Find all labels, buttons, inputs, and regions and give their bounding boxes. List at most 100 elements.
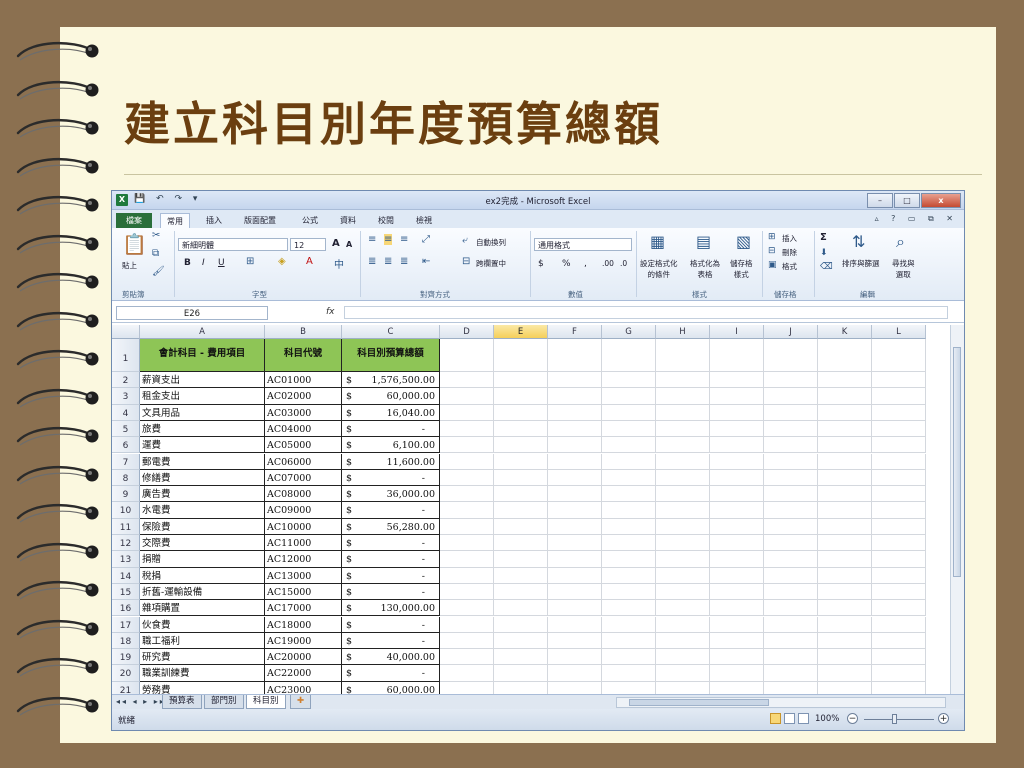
tab-review[interactable]: 校閱: [372, 213, 400, 228]
empty-cell[interactable]: [548, 404, 602, 421]
empty-cell[interactable]: [764, 339, 818, 372]
empty-cell[interactable]: [494, 632, 548, 650]
delete-cells-icon[interactable]: ⊟: [768, 246, 776, 256]
table-cell-amount[interactable]: $60,000.00: [342, 681, 440, 695]
empty-cell[interactable]: [764, 649, 818, 666]
empty-cell[interactable]: [764, 535, 818, 552]
empty-cell[interactable]: [872, 502, 926, 519]
worksheet-grid[interactable]: A B C D E F G H I J K L 1 會計科目 - 費用項目 科目代號 科目別預算總額 2 薪資支出…: [112, 325, 964, 695]
table-cell-amount[interactable]: $16,040.00: [342, 404, 440, 421]
empty-cell[interactable]: [440, 372, 494, 389]
empty-cell[interactable]: [602, 518, 656, 535]
font-name-select[interactable]: 新細明體: [178, 238, 288, 251]
empty-cell[interactable]: [494, 486, 548, 503]
italic-button[interactable]: I: [202, 258, 205, 268]
empty-cell[interactable]: [440, 453, 494, 470]
empty-cell[interactable]: [494, 437, 548, 454]
fill-icon[interactable]: ⬇: [820, 248, 828, 258]
row-header[interactable]: 16: [112, 600, 140, 617]
empty-cell[interactable]: [440, 567, 494, 584]
empty-cell[interactable]: [872, 404, 926, 421]
tab-file[interactable]: 檔案: [116, 213, 152, 228]
sort-filter-icon[interactable]: ⇅: [852, 232, 865, 251]
empty-cell[interactable]: [548, 600, 602, 617]
empty-cell[interactable]: [440, 339, 494, 372]
empty-cell[interactable]: [494, 502, 548, 519]
empty-cell[interactable]: [440, 665, 494, 682]
empty-cell[interactable]: [494, 518, 548, 535]
empty-cell[interactable]: [656, 600, 710, 617]
table-cell-item[interactable]: 水電費: [140, 502, 265, 519]
table-cell-item[interactable]: 職工福利: [140, 632, 265, 650]
table-cell-code[interactable]: AC06000: [265, 453, 342, 470]
fill-color-icon[interactable]: ◈: [278, 256, 286, 267]
empty-cell[interactable]: [548, 649, 602, 666]
empty-cell[interactable]: [872, 649, 926, 666]
empty-cell[interactable]: [710, 551, 764, 568]
row-header[interactable]: 6: [112, 437, 140, 454]
table-cell-amount[interactable]: $ -: [342, 469, 440, 487]
zoom-slider[interactable]: [864, 719, 934, 720]
empty-cell[interactable]: [602, 665, 656, 682]
underline-button[interactable]: U: [218, 258, 225, 268]
table-cell-amount[interactable]: $ -: [342, 420, 440, 438]
empty-cell[interactable]: [548, 681, 602, 695]
empty-cell[interactable]: [764, 453, 818, 470]
empty-cell[interactable]: [440, 486, 494, 503]
table-cell-amount[interactable]: $ -: [342, 551, 440, 568]
empty-cell[interactable]: [710, 665, 764, 682]
page-layout-view-icon[interactable]: [784, 713, 795, 724]
empty-cell[interactable]: [656, 551, 710, 568]
empty-cell[interactable]: [494, 649, 548, 666]
empty-cell[interactable]: [440, 388, 494, 405]
empty-cell[interactable]: [494, 665, 548, 682]
empty-cell[interactable]: [656, 649, 710, 666]
horizontal-scrollbar[interactable]: [616, 697, 946, 708]
select-all-corner[interactable]: [112, 325, 140, 339]
row-header[interactable]: 14: [112, 567, 140, 584]
table-cell-code[interactable]: AC10000: [265, 518, 342, 535]
empty-cell[interactable]: [818, 616, 872, 633]
column-header-l[interactable]: L: [872, 325, 926, 339]
empty-cell[interactable]: [494, 535, 548, 552]
empty-cell[interactable]: [656, 453, 710, 470]
column-header-g[interactable]: G: [602, 325, 656, 339]
row-header[interactable]: 19: [112, 649, 140, 666]
empty-cell[interactable]: [872, 616, 926, 633]
empty-cell[interactable]: [440, 469, 494, 487]
currency-button[interactable]: $: [538, 259, 544, 269]
empty-cell[interactable]: [764, 616, 818, 633]
table-cell-item[interactable]: 修繕費: [140, 469, 265, 487]
empty-cell[interactable]: [494, 600, 548, 617]
column-header-j[interactable]: J: [764, 325, 818, 339]
row-header[interactable]: 10: [112, 502, 140, 519]
empty-cell[interactable]: [872, 388, 926, 405]
empty-cell[interactable]: [710, 681, 764, 695]
empty-cell[interactable]: [872, 453, 926, 470]
empty-cell[interactable]: [602, 420, 656, 438]
table-cell-item[interactable]: 文具用品: [140, 404, 265, 421]
formula-input[interactable]: [344, 306, 948, 319]
table-cell-item[interactable]: 保險費: [140, 518, 265, 535]
row-header[interactable]: 1: [112, 339, 140, 372]
empty-cell[interactable]: [656, 388, 710, 405]
empty-cell[interactable]: [656, 518, 710, 535]
cut-icon[interactable]: ✂: [152, 230, 160, 241]
empty-cell[interactable]: [710, 486, 764, 503]
empty-cell[interactable]: [764, 665, 818, 682]
empty-cell[interactable]: [710, 453, 764, 470]
minimize-button[interactable]: –: [867, 193, 893, 208]
restore-button[interactable]: □: [894, 193, 920, 208]
empty-cell[interactable]: [494, 372, 548, 389]
table-cell-amount[interactable]: $130,000.00: [342, 600, 440, 617]
clear-icon[interactable]: ⌫: [820, 262, 833, 272]
conditional-format-button[interactable]: 設定格式化 的條件: [640, 258, 678, 280]
orientation-icon[interactable]: ⤢: [422, 234, 430, 245]
empty-cell[interactable]: [710, 600, 764, 617]
empty-cell[interactable]: [764, 420, 818, 438]
empty-cell[interactable]: [818, 339, 872, 372]
row-header[interactable]: 2: [112, 372, 140, 389]
empty-cell[interactable]: [656, 372, 710, 389]
comma-button[interactable]: ,: [584, 259, 587, 269]
font-color-icon[interactable]: A: [306, 256, 313, 267]
